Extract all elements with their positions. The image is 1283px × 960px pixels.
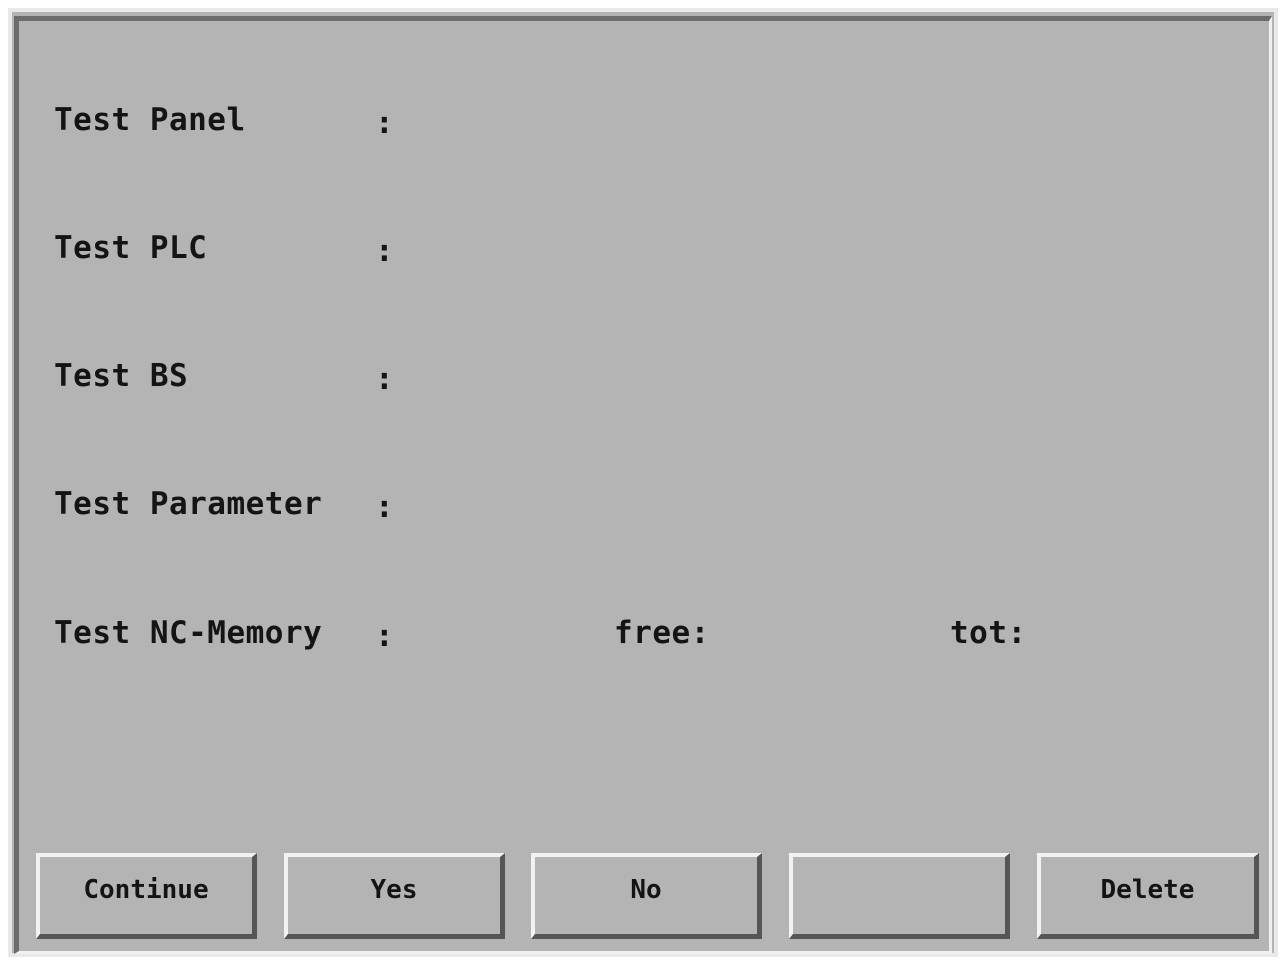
continue-button-label: Continue <box>83 874 209 905</box>
test-bs-label: Test BS <box>54 358 189 394</box>
test-parameter-colon: : <box>375 489 395 525</box>
no-button[interactable]: No <box>531 853 762 939</box>
test-screen: Test Panel : Test PLC : Test BS : Test P… <box>0 0 1283 960</box>
test-nc-memory-label: Test NC-Memory <box>54 615 323 651</box>
test-plc-colon: : <box>375 233 395 269</box>
test-parameter-label: Test Parameter <box>54 486 323 522</box>
delete-button[interactable]: Delete <box>1037 853 1259 939</box>
no-button-label: No <box>630 874 662 905</box>
test-nc-memory-colon: : <box>375 618 395 654</box>
memory-total-label: tot: <box>950 615 1027 651</box>
test-plc-label: Test PLC <box>54 230 208 266</box>
yes-button-label: Yes <box>370 874 418 905</box>
yes-button[interactable]: Yes <box>284 853 505 939</box>
delete-button-label: Delete <box>1100 874 1195 905</box>
test-panel-colon: : <box>375 105 395 141</box>
memory-free-label: free: <box>614 615 710 651</box>
continue-button[interactable]: Continue <box>36 853 257 939</box>
test-panel-label: Test Panel <box>54 102 246 138</box>
panel <box>14 16 1272 954</box>
empty-softkey-button[interactable] <box>789 853 1010 939</box>
test-bs-colon: : <box>375 361 395 397</box>
